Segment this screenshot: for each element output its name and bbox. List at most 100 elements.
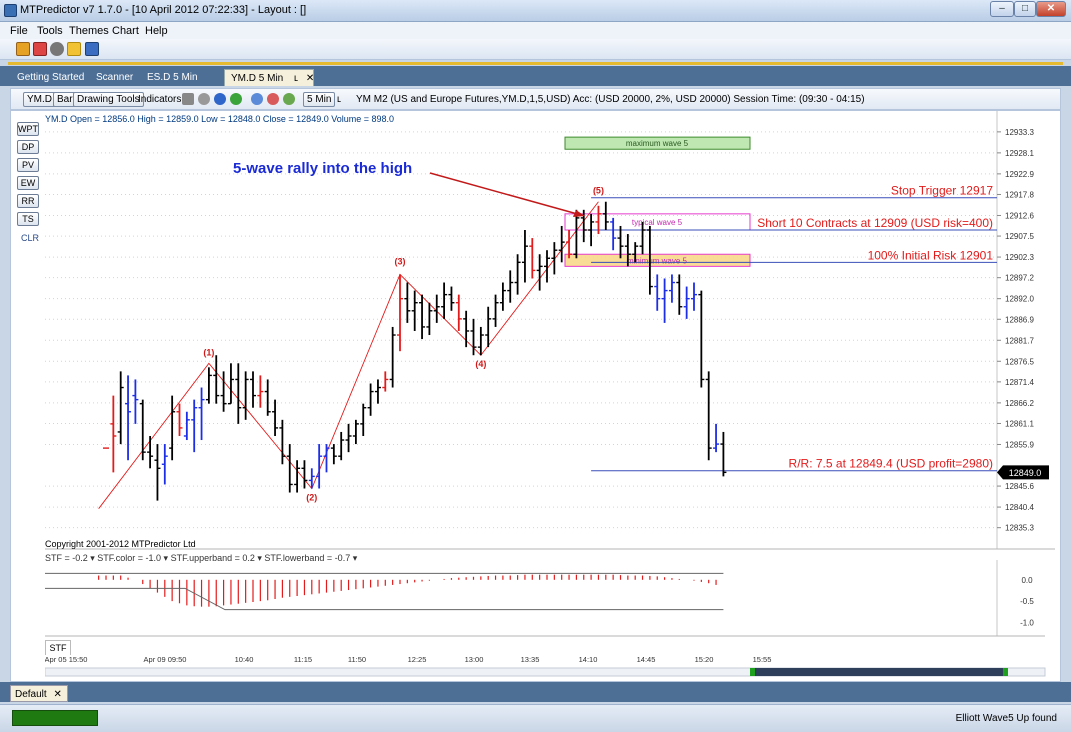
x-tick-label: 10:40 bbox=[235, 655, 254, 664]
wave-label: (5) bbox=[593, 186, 604, 196]
price-bar bbox=[125, 375, 132, 461]
ew-button[interactable]: EW bbox=[17, 176, 39, 190]
gear-icon[interactable] bbox=[198, 93, 210, 105]
price-bar bbox=[183, 411, 190, 441]
price-bar bbox=[404, 282, 411, 323]
main-toolbar bbox=[0, 39, 1071, 60]
price-bar bbox=[257, 375, 264, 408]
price-bar bbox=[213, 355, 220, 404]
price-bar bbox=[382, 371, 389, 392]
price-bar bbox=[676, 274, 683, 315]
divider bbox=[8, 62, 1063, 65]
y-tick-label: 12855.9 bbox=[1005, 440, 1034, 449]
stf-legend[interactable]: STF = -0.2 ▾ STF.color = -1.0 ▾ STF.uppe… bbox=[45, 553, 357, 564]
pv-button[interactable]: PV bbox=[17, 158, 39, 172]
clr-button[interactable]: CLR bbox=[21, 233, 39, 243]
instrument-description: YM M2 (US and Europe Futures,YM.D,1,5,US… bbox=[356, 94, 865, 105]
price-bar bbox=[360, 403, 367, 436]
x-tick-label: Apr 09 09:50 bbox=[144, 655, 187, 664]
price-bar bbox=[154, 444, 161, 501]
dp-button[interactable]: DP bbox=[17, 140, 39, 154]
price-bar bbox=[250, 371, 256, 408]
y-tick-label: 12881.7 bbox=[1005, 336, 1034, 345]
info-icon[interactable] bbox=[214, 93, 226, 105]
price-bar bbox=[698, 290, 705, 388]
drawing-tools-button[interactable]: Drawing Tools bbox=[73, 92, 144, 107]
x-tick-label: 13:35 bbox=[521, 655, 540, 664]
ohlc-readout: YM.D Open = 12856.0 High = 12859.0 Low =… bbox=[45, 114, 395, 124]
tab-es-d-5-min[interactable]: ES.D 5 Min bbox=[141, 69, 204, 86]
menu-themes[interactable]: Themes bbox=[69, 25, 109, 37]
open-icon[interactable] bbox=[16, 42, 30, 56]
price-bar bbox=[455, 294, 462, 331]
close-icon[interactable]: ✕ bbox=[53, 689, 61, 700]
stf-tab[interactable]: STF bbox=[45, 640, 71, 655]
eye-icon[interactable] bbox=[50, 42, 64, 56]
price-bar bbox=[529, 238, 536, 279]
y-tick-label: 12902.3 bbox=[1005, 253, 1034, 262]
y-tick-label: 12866.2 bbox=[1005, 399, 1034, 408]
tab-getting-started[interactable]: Getting Started bbox=[11, 69, 90, 86]
zoom-in-icon[interactable] bbox=[251, 93, 263, 105]
headline-annotation: 5-wave rally into the high bbox=[233, 160, 412, 177]
price-bar bbox=[198, 387, 205, 441]
pin-icon[interactable]: ʟ bbox=[294, 73, 298, 84]
folder-icon[interactable] bbox=[67, 42, 81, 56]
menu-file[interactable]: File bbox=[10, 25, 28, 37]
symbol-button[interactable]: YM.D bbox=[23, 92, 56, 107]
price-bar bbox=[220, 371, 227, 412]
minimize-button[interactable]: – bbox=[990, 1, 1014, 17]
close-icon[interactable]: ✕ bbox=[306, 73, 314, 84]
lock-icon[interactable]: ʟ bbox=[337, 94, 341, 105]
last-price-value: 12849.0 bbox=[1009, 468, 1042, 478]
price-bar bbox=[389, 326, 396, 388]
status-bar: Elliott Wave5 Up found bbox=[0, 704, 1071, 732]
close-button[interactable]: ✕ bbox=[1036, 1, 1066, 17]
print-icon[interactable] bbox=[182, 93, 194, 105]
price-bar bbox=[161, 444, 168, 485]
tab-ym-d-5-min[interactable]: YM.D 5 Min ʟ ✕ bbox=[224, 69, 314, 86]
menu-help[interactable]: Help bbox=[145, 25, 168, 37]
ts-button[interactable]: TS bbox=[17, 212, 39, 226]
price-bar bbox=[485, 306, 492, 348]
wave-count-line bbox=[98, 201, 599, 509]
tab-label: YM.D 5 Min bbox=[231, 73, 284, 84]
indicators-label[interactable]: Indicators bbox=[138, 94, 181, 105]
x-tick-label: 11:50 bbox=[348, 655, 366, 664]
stf-lowerband bbox=[45, 587, 724, 611]
y-tick-label: 12861.1 bbox=[1005, 419, 1034, 428]
tab-label: Default bbox=[15, 689, 47, 700]
maximize-button[interactable]: □ bbox=[1014, 1, 1036, 17]
price-bar bbox=[117, 371, 124, 445]
save-icon[interactable] bbox=[85, 42, 99, 56]
zoom-fit-icon[interactable] bbox=[283, 93, 295, 105]
menu-tools[interactable]: Tools bbox=[37, 25, 63, 37]
y-tick-label: 12933.3 bbox=[1005, 128, 1034, 137]
price-bar bbox=[330, 444, 337, 465]
tab-default[interactable]: Default ✕ bbox=[10, 685, 68, 702]
price-bar bbox=[602, 201, 609, 231]
x-tick-label: 13:00 bbox=[465, 655, 484, 664]
stf-tick-label: -0.5 bbox=[1020, 597, 1034, 606]
rr-button[interactable]: RR bbox=[17, 194, 39, 208]
menu-chart[interactable]: Chart bbox=[112, 25, 139, 37]
price-bar bbox=[419, 294, 426, 340]
globe-icon[interactable] bbox=[230, 93, 242, 105]
zoom-out-icon[interactable] bbox=[267, 93, 279, 105]
price-bar bbox=[235, 363, 242, 424]
price-chart[interactable]: 12933.3 12928.1 12922.9 12917.8 12912.6 12907… bbox=[45, 111, 1057, 681]
price-bar bbox=[147, 435, 154, 469]
y-tick-label: 12907.5 bbox=[1005, 232, 1034, 241]
chart-icon[interactable] bbox=[33, 42, 47, 56]
chart-toolbar: YM.D Bar Drawing Tools Indicators 5 Min … bbox=[10, 88, 1061, 110]
x-tick-label: 12:25 bbox=[408, 655, 427, 664]
y-tick-label: 12912.6 bbox=[1005, 211, 1034, 220]
app-icon bbox=[4, 4, 17, 17]
status-message: Elliott Wave5 Up found bbox=[955, 713, 1057, 724]
level-label: 100% Initial Risk 12901 bbox=[868, 248, 994, 262]
wpt-button[interactable]: WPT bbox=[17, 122, 39, 136]
tab-scanner[interactable]: Scanner bbox=[90, 69, 139, 86]
interval-button[interactable]: 5 Min bbox=[303, 92, 336, 107]
price-bar bbox=[720, 431, 727, 477]
price-bar bbox=[286, 444, 293, 493]
